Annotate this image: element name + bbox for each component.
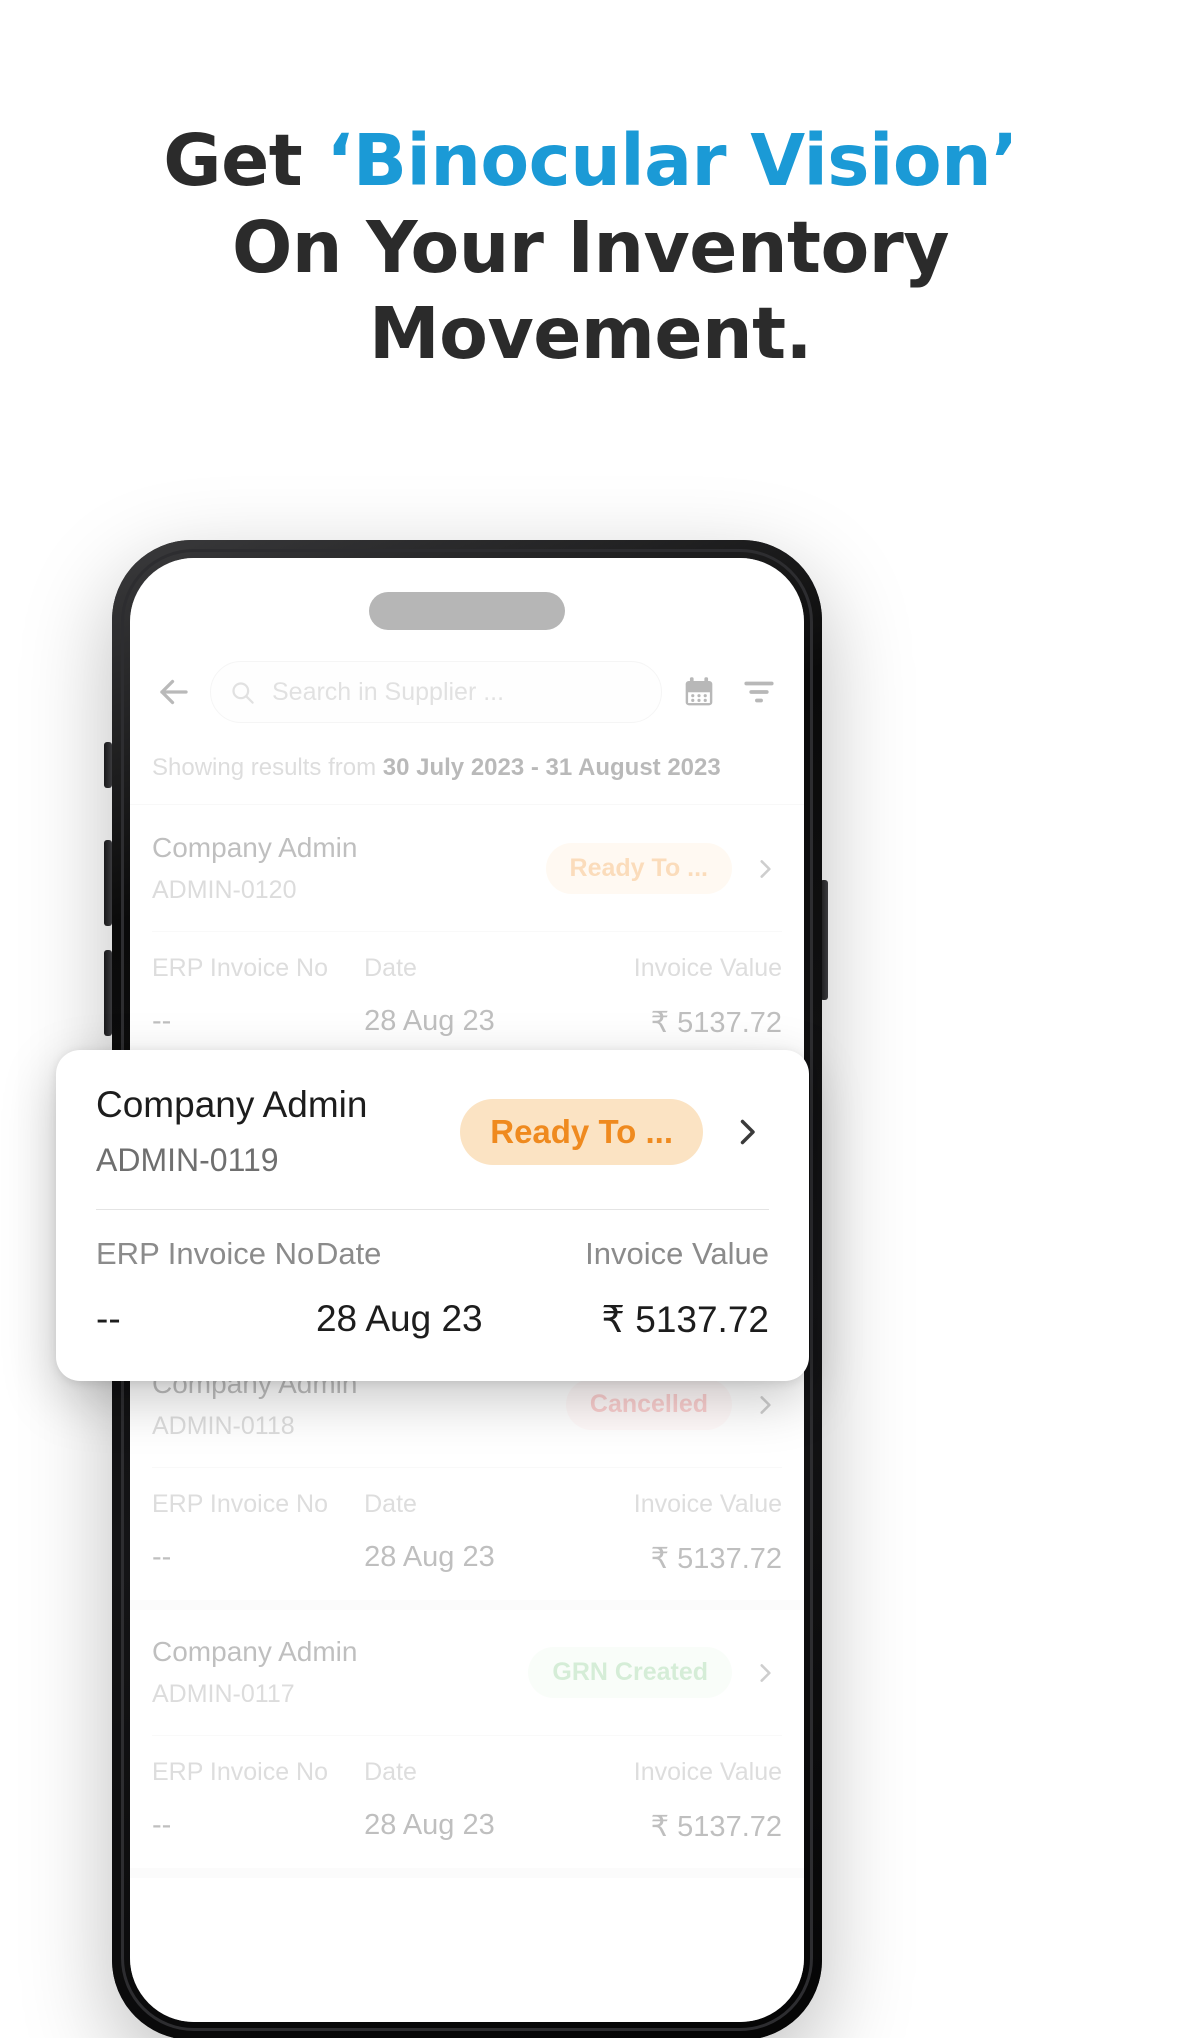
highlighted-date: Date 28 Aug 23 (316, 1236, 532, 1340)
calendar-icon[interactable] (676, 669, 722, 715)
headline-line1-prefix: Get (163, 119, 327, 202)
row-invoice-value-value: ₹ 5137.72 (650, 1007, 783, 1039)
page-title: Get ‘Binocular Vision’ On Your Inventory… (0, 118, 1181, 378)
highlighted-erp-invoice: ERP Invoice No -- (96, 1236, 316, 1340)
results-summary-range: 30 July 2023 - 31 August 2023 (382, 754, 721, 781)
row-header: Company Admin ADMIN-0117 GRN Created (152, 1636, 782, 1709)
highlighted-status-badge: Ready To ... (460, 1098, 703, 1165)
row-date: Date 28 Aug 23 (364, 1758, 559, 1844)
row-erp-invoice: ERP Invoice No -- (152, 1490, 364, 1576)
table-row[interactable]: Company Admin ADMIN-0120 Ready To ... ER… (130, 806, 804, 1074)
row-identity: Company Admin ADMIN-0120 (152, 832, 536, 905)
row-date: Date 28 Aug 23 (364, 954, 559, 1040)
row-erp-invoice: ERP Invoice No -- (152, 954, 364, 1040)
search-icon (229, 679, 256, 706)
chevron-right-icon[interactable] (748, 852, 782, 886)
row-header: Company Admin ADMIN-0120 Ready To ... (152, 832, 782, 905)
chevron-right-icon[interactable] (748, 1656, 782, 1690)
highlighted-invoice-card[interactable]: Company Admin ADMIN-0119 Ready To ... ER… (56, 1050, 809, 1381)
row-erp-invoice-value: -- (152, 1541, 172, 1573)
row-erp-invoice-label: ERP Invoice No (152, 1490, 329, 1518)
highlighted-date-label: Date (315, 1236, 382, 1271)
search-placeholder-text: Search in Supplier ... (272, 677, 505, 706)
status-badge: GRN Created (528, 1647, 732, 1698)
row-erp-invoice-label: ERP Invoice No (152, 954, 329, 982)
row-divider (152, 1467, 782, 1468)
highlighted-invoice-value: Invoice Value ₹ 5137.72 (531, 1236, 769, 1341)
row-date-value: 28 Aug 23 (364, 1809, 495, 1841)
highlighted-card-identity: Company Admin ADMIN-0119 (96, 1084, 448, 1179)
row-details: ERP Invoice No -- Date 28 Aug 23 Invoice… (152, 954, 782, 1040)
headline-accent-text: ‘Binocular Vision’ (326, 119, 1018, 202)
highlighted-card-header: Company Admin ADMIN-0119 Ready To ... (96, 1084, 769, 1179)
row-divider (152, 931, 782, 932)
row-date-value: 28 Aug 23 (364, 1005, 495, 1037)
table-row[interactable]: Company Admin ADMIN-0117 GRN Created ERP… (130, 1610, 804, 1878)
phone-silent-switch[interactable] (104, 742, 112, 788)
row-erp-invoice-value: -- (152, 1809, 172, 1841)
row-identity: Company Admin ADMIN-0117 (152, 1636, 518, 1709)
row-erp-invoice: ERP Invoice No -- (152, 1758, 364, 1844)
highlighted-card-code: ADMIN-0119 (96, 1142, 279, 1178)
results-summary-prefix: Showing results from (152, 754, 383, 781)
row-divider (152, 1735, 782, 1736)
chevron-right-icon[interactable] (748, 1388, 782, 1422)
results-summary: Showing results from 30 July 2023 - 31 A… (130, 754, 804, 782)
highlighted-card-title: Company Admin (96, 1084, 368, 1125)
highlighted-card-details: ERP Invoice No -- Date 28 Aug 23 Invoice… (96, 1236, 769, 1341)
highlighted-date-value: 28 Aug 23 (315, 1298, 483, 1339)
row-code: ADMIN-0120 (152, 876, 297, 904)
row-invoice-value-label: Invoice Value (633, 954, 783, 982)
highlighted-card-divider (96, 1209, 769, 1210)
row-code: ADMIN-0118 (152, 1412, 295, 1440)
highlighted-invoice-value-label: Invoice Value (585, 1236, 769, 1271)
highlighted-invoice-value-value: ₹ 5137.72 (601, 1299, 769, 1340)
row-date-label: Date (364, 1758, 417, 1786)
row-invoice-value-value: ₹ 5137.72 (650, 1811, 783, 1843)
row-date-label: Date (364, 954, 417, 982)
row-date: Date 28 Aug 23 (364, 1490, 559, 1576)
row-erp-invoice-value: -- (152, 1005, 172, 1037)
row-title: Company Admin (152, 1636, 358, 1667)
row-details: ERP Invoice No -- Date 28 Aug 23 Invoice… (152, 1490, 782, 1576)
top-divider (130, 804, 804, 805)
row-invoice-value-label: Invoice Value (633, 1758, 783, 1786)
row-invoice-value: Invoice Value ₹ 5137.72 (559, 1758, 782, 1844)
app-top-bar: Search in Supplier ... (130, 644, 804, 740)
status-badge: Ready To ... (545, 843, 732, 894)
table-row[interactable]: Company Admin ADMIN-0118 Cancelled ERP I… (130, 1342, 804, 1610)
row-date-label: Date (364, 1490, 417, 1518)
highlighted-erp-invoice-label: ERP Invoice No (96, 1236, 315, 1271)
back-arrow-icon[interactable] (152, 670, 196, 714)
headline-line2: On Your Inventory (231, 205, 950, 289)
status-badge: Cancelled (565, 1379, 732, 1430)
chevron-right-icon[interactable] (725, 1110, 769, 1154)
filter-icon[interactable] (736, 669, 782, 715)
dynamic-island (369, 592, 565, 630)
headline-line3: Movement. (369, 292, 812, 376)
row-title: Company Admin (152, 832, 358, 863)
row-code: ADMIN-0117 (152, 1680, 295, 1708)
row-invoice-value-label: Invoice Value (633, 1490, 783, 1518)
row-details: ERP Invoice No -- Date 28 Aug 23 Invoice… (152, 1758, 782, 1844)
highlighted-erp-invoice-value: -- (96, 1298, 121, 1339)
search-input[interactable]: Search in Supplier ... (210, 661, 662, 723)
phone-volume-up-button[interactable] (104, 840, 112, 926)
phone-volume-down-button[interactable] (104, 950, 112, 1036)
row-invoice-value-value: ₹ 5137.72 (650, 1543, 783, 1575)
row-invoice-value: Invoice Value ₹ 5137.72 (559, 954, 782, 1040)
row-erp-invoice-label: ERP Invoice No (152, 1758, 329, 1786)
row-invoice-value: Invoice Value ₹ 5137.72 (559, 1490, 782, 1576)
row-date-value: 28 Aug 23 (364, 1541, 495, 1573)
app-store-promo-screenshot: Get ‘Binocular Vision’ On Your Inventory… (0, 0, 1181, 2038)
